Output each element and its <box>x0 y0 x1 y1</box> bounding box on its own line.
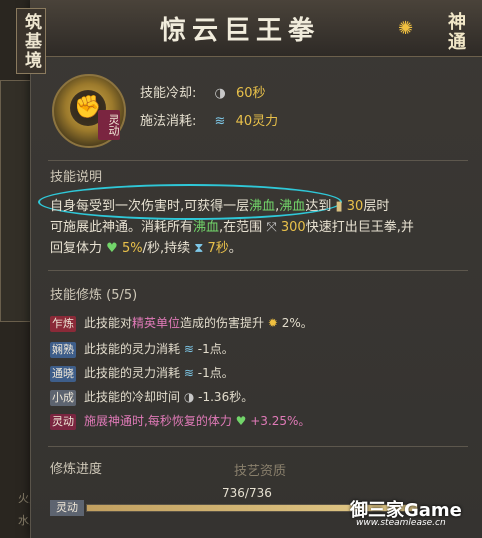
description-title: 技能说明 <box>50 170 103 185</box>
scroll-icon: ▮ <box>335 199 343 214</box>
progress-count: 736/736 <box>222 486 272 500</box>
cooldown-label: 技能冷却: <box>140 86 197 101</box>
progress-badge: 灵动 <box>50 500 84 516</box>
cost-row: 施法消耗: ≋ 40灵力 <box>140 110 278 129</box>
description-line-2: 可施展此神通。消耗所有沸血,在范围 ⤧ 300快速打出巨王拳,并 <box>50 220 414 235</box>
sun-icon: ✹ <box>267 316 278 330</box>
range-icon: ⤧ <box>266 220 277 235</box>
spirit-icon: ≋ <box>183 342 194 356</box>
description-line-3: 回复体力 ♥ 5%/秒,持续 ⧗ 7秒。 <box>50 241 242 256</box>
training-title: 技能修炼 (5/5) <box>50 288 138 303</box>
health-icon: ♥ <box>235 414 247 428</box>
sun-emblem-icon: ✺ <box>398 18 414 39</box>
divider <box>48 446 468 447</box>
background-aptitude-tab[interactable]: 技艺资质 <box>234 460 286 479</box>
skill-tag: 灵动 <box>98 110 120 140</box>
skill-title: 惊云巨王拳 <box>159 16 320 46</box>
training-row: 灵动 施展神通时,每秒恢复的体力 ♥ +3.25%。 <box>50 414 311 430</box>
divider <box>48 160 468 161</box>
clock-icon: ◑ <box>214 86 226 101</box>
hourglass-icon: ⧗ <box>194 241 204 256</box>
training-row: 乍炼 此技能对精英单位造成的伤害提升 ✹ 2%。 <box>50 316 313 332</box>
training-row: 小成 此技能的冷却时间 ◑ -1.36秒。 <box>50 390 254 406</box>
divider <box>48 270 468 271</box>
progress-label: 修炼进度 <box>50 462 103 477</box>
cooldown-row: 技能冷却: ◑ 60秒 <box>140 82 266 101</box>
spirit-icon: ≋ <box>183 366 194 380</box>
watermark-site: www.steamlease.cn <box>356 518 446 528</box>
cost-label: 施法消耗: <box>140 114 197 129</box>
cooldown-value: 60秒 <box>236 86 266 101</box>
health-icon: ♥ <box>106 241 118 256</box>
clock-icon: ◑ <box>183 390 195 404</box>
background-panel-left <box>0 80 32 322</box>
realm-badge: 筑基境 <box>16 8 46 74</box>
cost-value: 40灵力 <box>235 114 279 129</box>
spirit-icon: ≋ <box>214 114 226 129</box>
training-row: 娴熟 此技能的灵力消耗 ≋ -1点。 <box>50 342 234 358</box>
training-row: 通晓 此技能的灵力消耗 ≋ -1点。 <box>50 366 234 382</box>
description-line-1: 自身每受到一次伤害时,可获得一层沸血,沸血达到 ▮ 30层时 <box>50 199 390 214</box>
brand-logo: 神通 <box>445 12 466 52</box>
skill-description: 自身每受到一次伤害时,可获得一层沸血,沸血达到 ▮ 30层时 可施展此神通。消耗… <box>50 196 454 259</box>
